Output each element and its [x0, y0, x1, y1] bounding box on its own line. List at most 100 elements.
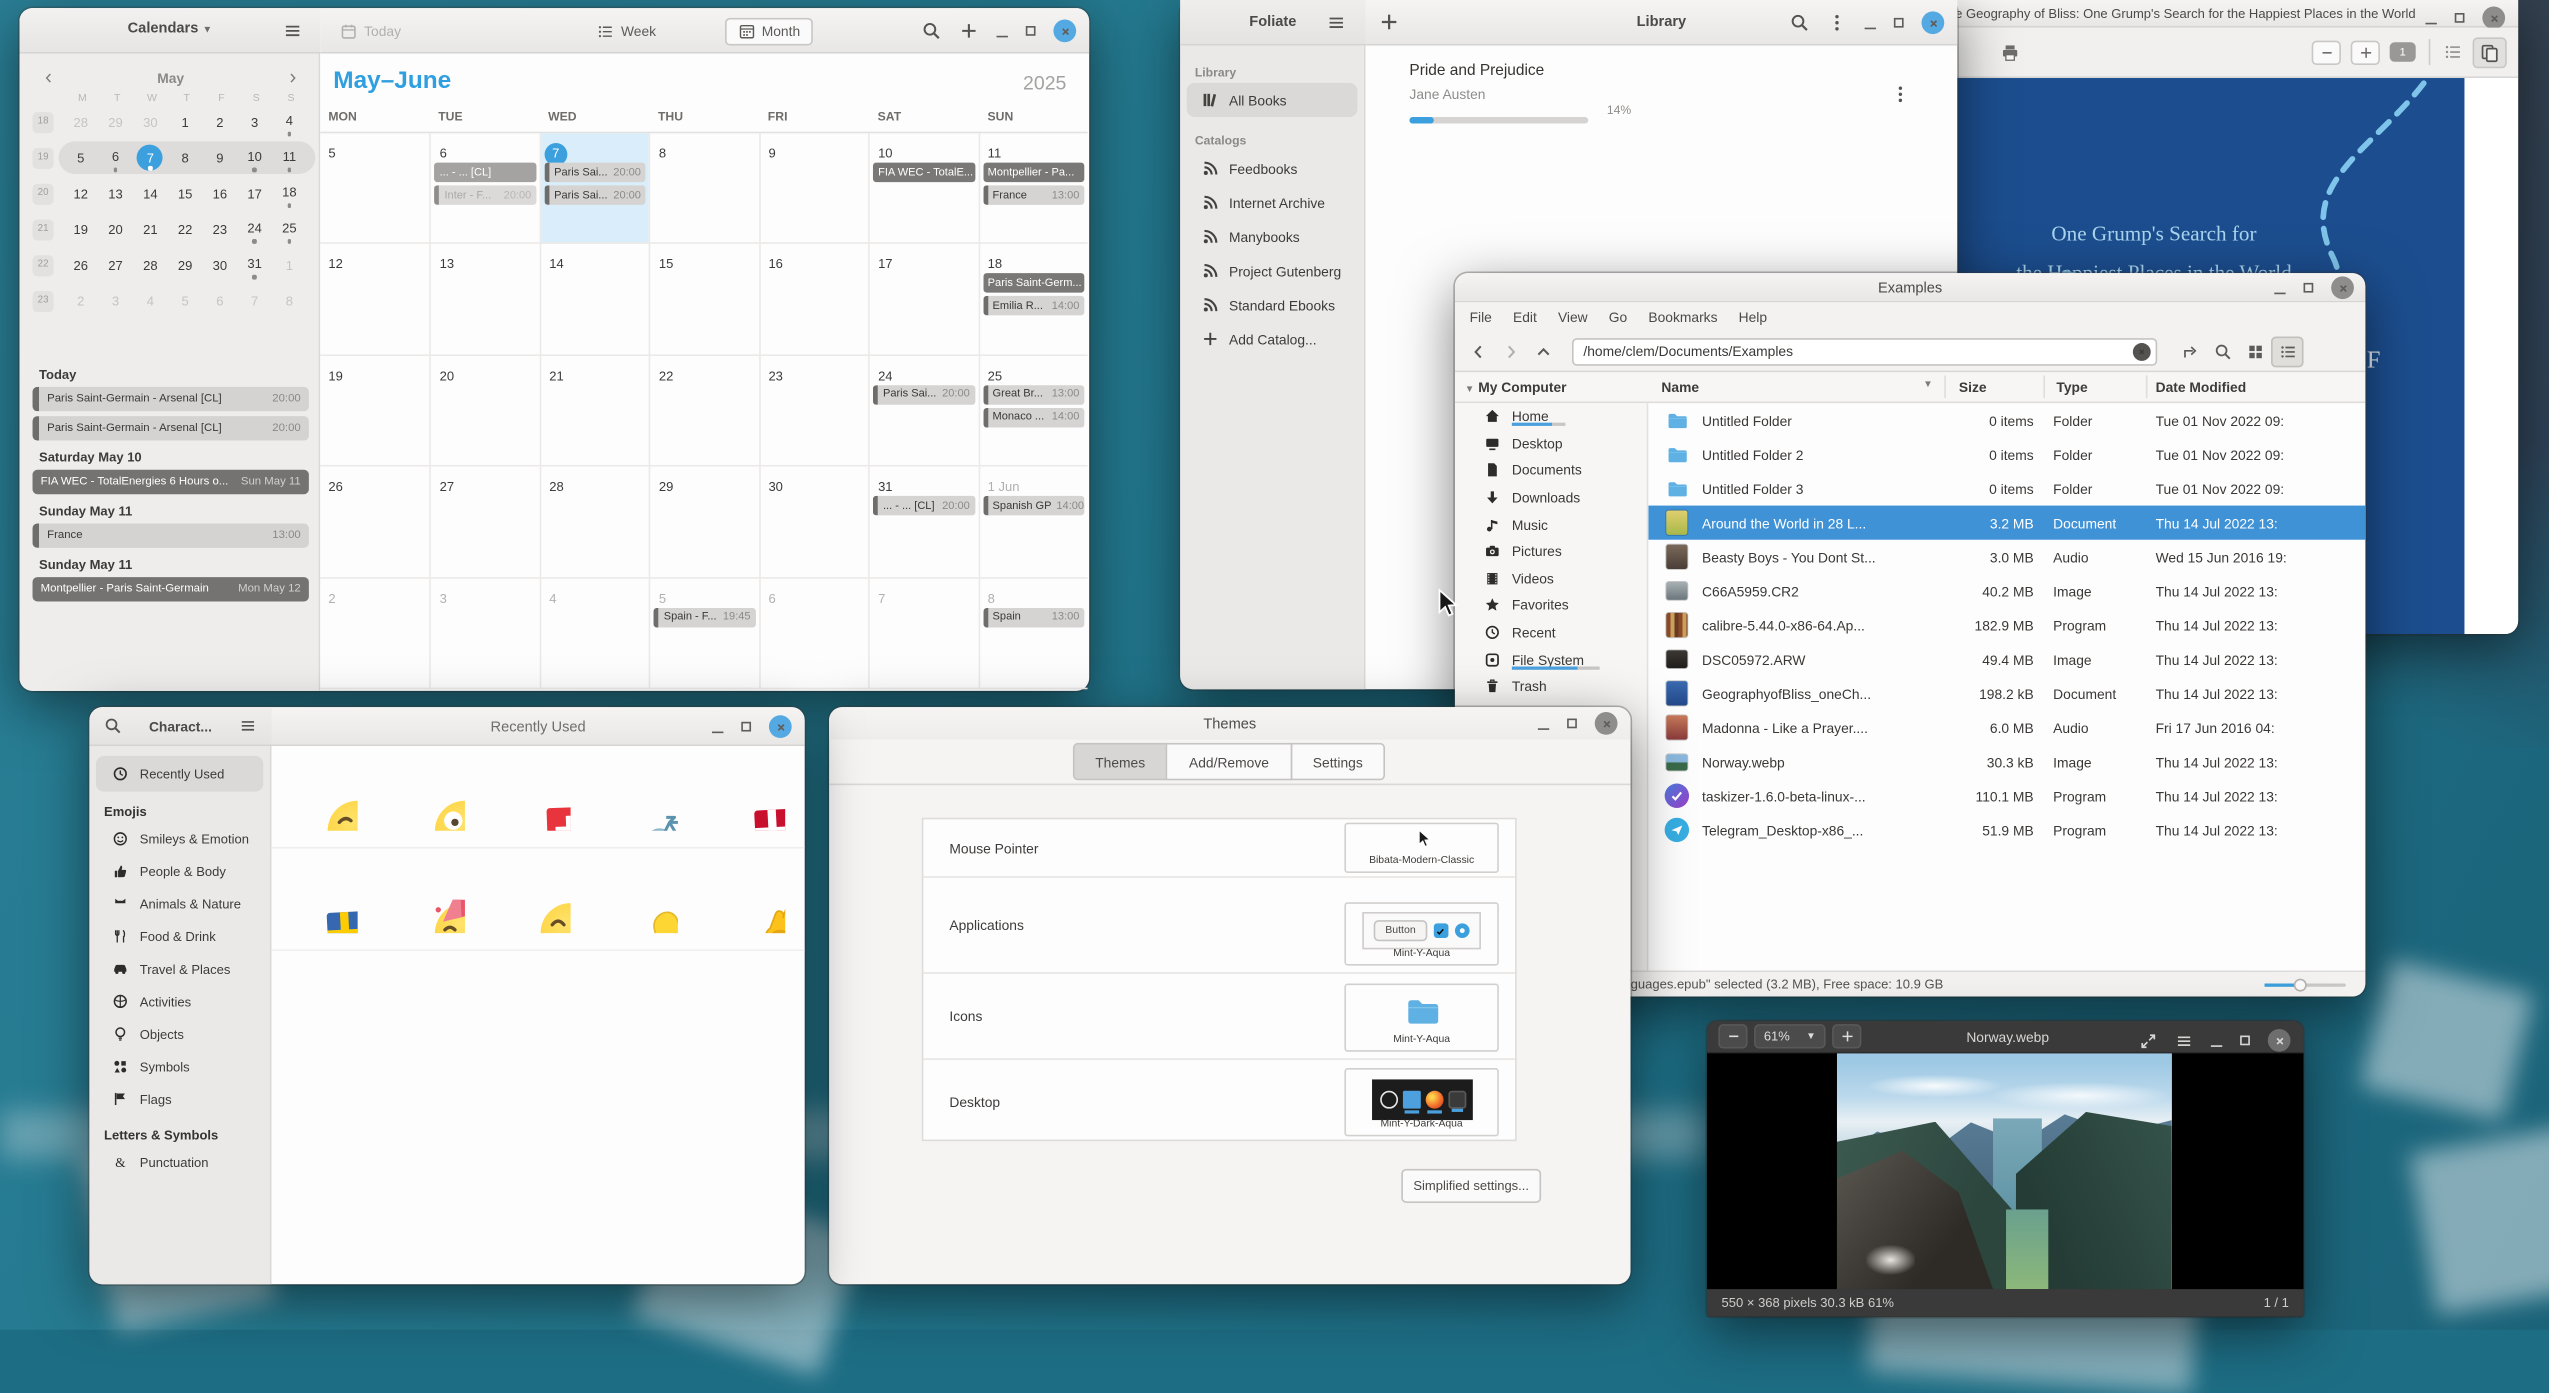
mini-day[interactable]: 1	[272, 252, 307, 278]
mini-day[interactable]: 6	[98, 144, 133, 172]
week-view-button[interactable]: Week	[597, 22, 656, 40]
file-row[interactable]: C66A5959.CR2 40.2 MB Image Thu 14 Jul 20…	[1648, 574, 2365, 608]
mini-day[interactable]: 15	[168, 180, 203, 206]
day-cell[interactable]: 27	[430, 467, 540, 578]
prev-month-icon[interactable]	[42, 72, 55, 85]
minimize-icon[interactable]	[1865, 17, 1876, 28]
yellow-heart-emoji[interactable]	[591, 849, 698, 950]
day-cell[interactable]: 17	[868, 244, 978, 355]
sidebar-item-punctuation[interactable]: Punctuation	[96, 1146, 263, 1179]
day-cell[interactable]: 5 Spain - F...19:45	[649, 578, 759, 689]
next-month-icon[interactable]	[286, 72, 299, 85]
back-button[interactable]	[1461, 336, 1494, 367]
mini-day[interactable]: 5	[63, 145, 98, 171]
minimize-icon[interactable]	[1538, 718, 1549, 729]
mini-day[interactable]: 4	[272, 108, 307, 136]
sidebar-item-internet-archive[interactable]: Internet Archive	[1187, 185, 1358, 219]
day-cell[interactable]: 22	[649, 356, 759, 467]
mini-day[interactable]: 5	[168, 288, 203, 314]
icon-view-icon[interactable]	[2239, 336, 2272, 367]
sidebar-item-symbols[interactable]: Symbols	[96, 1050, 263, 1083]
calendar-event[interactable]: Great Br...13:00	[983, 385, 1085, 405]
mini-day[interactable]: 7	[133, 145, 168, 170]
mini-day[interactable]: 8	[272, 288, 307, 314]
today-button[interactable]: Today	[340, 22, 401, 40]
print-icon[interactable]	[2000, 41, 2021, 62]
nemo-titlebar[interactable]: Examples	[1455, 273, 2365, 302]
calendar-event[interactable]: Paris Saint-Germ...	[983, 274, 1085, 294]
face-blowing-kiss-emoji[interactable]	[271, 746, 378, 847]
mouse-pointer-picker[interactable]: Bibata-Modern-Classic	[1344, 823, 1498, 873]
close-icon[interactable]	[2331, 276, 2354, 299]
search-icon[interactable]	[922, 21, 942, 41]
calendar-event[interactable]: Paris Sai...20:00	[544, 185, 646, 205]
mini-day[interactable]: 10	[237, 144, 272, 172]
day-cell[interactable]: 11 Montpellier - Pa...France13:00	[978, 133, 1088, 244]
sidebar-item-desktop[interactable]: Desktop	[1455, 430, 1647, 457]
agenda-event[interactable]: Montpellier - Paris Saint-GermainMon May…	[33, 577, 309, 601]
themes-titlebar[interactable]: Themes	[829, 707, 1630, 740]
up-button[interactable]	[1526, 336, 1559, 367]
mini-day[interactable]: 30	[202, 252, 237, 278]
calendar-event[interactable]: ... - ... [CL]	[435, 163, 536, 183]
sidebar-item-file-system[interactable]: File System	[1455, 646, 1647, 673]
sidebar-root-toggle[interactable]: ▼ My Computer	[1465, 379, 1567, 395]
location-bar[interactable]: /home/clem/Documents/Examples	[1572, 337, 2157, 365]
close-icon[interactable]	[1922, 11, 1945, 34]
sidebar-item-recent[interactable]: Recent	[1455, 619, 1647, 646]
column-type[interactable]: Type	[2056, 379, 2087, 395]
column-name[interactable]: Name	[1661, 379, 1699, 395]
day-cell[interactable]: 25 Great Br...13:00Monaco ...14:00	[978, 356, 1088, 467]
viewer-titlebar[interactable]: 61% ▼ Norway.webp	[1707, 1021, 2304, 1054]
close-icon[interactable]	[1595, 712, 1618, 735]
maximize-icon[interactable]	[1894, 18, 1904, 28]
toggle-location-entry-icon[interactable]	[2173, 336, 2206, 367]
mini-day[interactable]: 9	[202, 145, 237, 171]
mini-day[interactable]: 24	[237, 215, 272, 243]
file-row[interactable]: Telegram_Desktop-x86_... 51.9 MB Program…	[1648, 813, 2365, 847]
calendar-event[interactable]: FIA WEC - TotalE...	[873, 163, 974, 183]
mini-day[interactable]: 3	[237, 109, 272, 135]
minimize-icon[interactable]	[712, 721, 723, 732]
calendar-event[interactable]: Monaco ...14:00	[983, 408, 1085, 428]
file-row[interactable]: GeographyofBliss_oneCh... 198.2 kB Docum…	[1648, 676, 2365, 710]
menu-view[interactable]: View	[1558, 309, 1588, 325]
fullscreen-icon[interactable]	[2139, 1031, 2157, 1049]
file-row[interactable]: DSC05972.ARW 49.4 MB Image Thu 14 Jul 20…	[1648, 642, 2365, 676]
foliate-titlebar[interactable]: Library	[1366, 0, 1958, 46]
maximize-icon[interactable]	[2304, 283, 2314, 293]
sidebar-item-recently-used[interactable]: Recently Used	[96, 756, 263, 792]
mini-day[interactable]: 16	[202, 180, 237, 206]
minimize-icon[interactable]	[997, 25, 1008, 36]
calendar-titlebar[interactable]: Today Week Month	[320, 8, 1089, 54]
day-cell[interactable]: 19	[320, 356, 430, 467]
mini-day[interactable]: 11	[272, 144, 307, 172]
day-cell[interactable]: 9	[759, 133, 869, 244]
mini-day[interactable]: 2	[202, 109, 237, 135]
mini-day[interactable]: 28	[133, 252, 168, 278]
search-icon[interactable]	[2206, 336, 2239, 367]
mini-day[interactable]: 23	[202, 216, 237, 242]
day-cell[interactable]: 6	[759, 578, 869, 689]
file-row[interactable]: Norway.webp 30.3 kB Image Thu 14 Jul 202…	[1648, 745, 2365, 779]
zany-face-emoji[interactable]	[378, 746, 485, 847]
flag-switzerland-emoji[interactable]	[485, 746, 592, 847]
day-cell[interactable]: 20	[430, 356, 540, 467]
calendar-event[interactable]: Montpellier - Pa...	[983, 163, 1085, 183]
mini-day[interactable]: 30	[133, 109, 168, 135]
minimize-icon[interactable]	[2425, 12, 2436, 23]
book-list-item[interactable]: Pride and Prejudice Jane Austen 14%	[1409, 62, 1945, 132]
sidebar-item-home[interactable]: Home	[1455, 403, 1647, 430]
sidebar-item-activities[interactable]: Activities	[96, 985, 263, 1018]
maximize-icon[interactable]	[2240, 1036, 2250, 1046]
day-cell[interactable]: 26	[320, 467, 430, 578]
sidebar-item-all-books[interactable]: All Books	[1187, 83, 1358, 117]
tears-of-joy-emoji[interactable]	[485, 849, 592, 950]
day-cell[interactable]: 5	[320, 133, 430, 244]
mini-day[interactable]: 12	[63, 180, 98, 206]
calendar-event[interactable]: Spanish GP14:00	[983, 496, 1085, 516]
file-row[interactable]: Beasty Boys - You Dont St... 3.0 MB Audi…	[1648, 540, 2365, 574]
day-cell[interactable]: 8 Spain13:00	[978, 578, 1088, 689]
tab-add-remove[interactable]: Add/Remove	[1166, 743, 1291, 780]
sidebar-item-food-drink[interactable]: Food & Drink	[96, 920, 263, 953]
